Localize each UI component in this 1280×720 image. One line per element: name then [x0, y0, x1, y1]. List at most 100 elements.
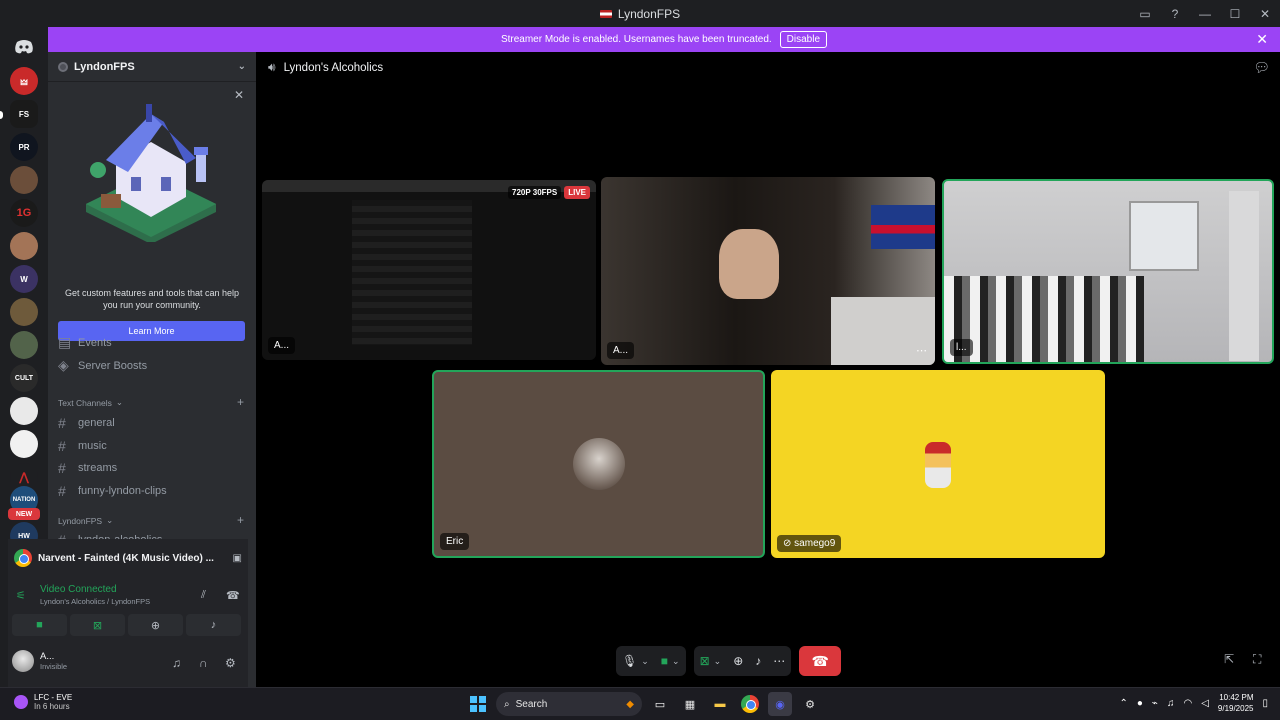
add-channel-icon[interactable]: + [237, 513, 244, 527]
chevron-down-icon[interactable]: ⌄ [641, 656, 649, 667]
channel-music[interactable]: # music [58, 438, 107, 454]
headphones-icon[interactable]: ∩ [199, 656, 208, 670]
nav-server-boosts-label: Server Boosts [78, 359, 148, 372]
chrome-taskbar-icon[interactable] [738, 692, 762, 716]
disconnect-call-button[interactable]: ☎ [799, 646, 842, 676]
file-explorer-icon[interactable]: ▬ [708, 692, 732, 716]
store-icon[interactable]: ▦ [678, 692, 702, 716]
add-channel-icon[interactable]: + [237, 395, 244, 409]
person-silhouette [719, 229, 779, 299]
video-tile-eric[interactable]: Eric [432, 370, 765, 558]
discord-home-icon[interactable] [10, 33, 38, 61]
user-info[interactable]: A... Invisible [12, 650, 67, 672]
fullscreen-icon[interactable]: ⛶ [1253, 652, 1261, 667]
chevron-up-icon[interactable]: ⌃ [1119, 698, 1127, 709]
tray-app-icon[interactable]: ● [1137, 698, 1143, 709]
server-icon[interactable] [10, 232, 38, 260]
speaker-icon: 🔊︎ [268, 60, 276, 74]
settings-taskbar-icon[interactable]: ⚙ [798, 692, 822, 716]
server-header[interactable]: LyndonFPS ⌄ [48, 52, 256, 82]
channel-label: music [78, 440, 107, 452]
activity-button[interactable]: ⊕ [128, 614, 183, 636]
os-taskbar: LFC - EVE In 6 hours ⌕ Search ◆ ▭ ▦ ▬ ◉ … [0, 687, 1280, 720]
server-icon[interactable]: PR [10, 133, 38, 161]
mic-control[interactable]: 🎙︎ ⌄ ■ ⌄ [616, 646, 686, 676]
server-icon[interactable] [10, 166, 38, 194]
server-icon[interactable]: FS [10, 100, 38, 128]
flag-poster [871, 205, 935, 249]
channel-streams[interactable]: # streams [58, 460, 117, 476]
category-text-channels[interactable]: Text Channels ⌄ [58, 397, 123, 408]
nav-server-boosts[interactable]: ◈ Server Boosts [58, 357, 147, 374]
more-options-icon[interactable]: ⋯ [916, 344, 927, 357]
noise-suppression-icon[interactable]: ⫽ [201, 589, 206, 602]
share-control[interactable]: ⊠ ⌄ ⊕ ♪ ⋯ [693, 646, 792, 676]
video-tile-screen-share[interactable]: 720P 30FPS LIVE A... [262, 180, 596, 360]
camera-icon[interactable]: ■ [661, 654, 668, 668]
new-badge: NEW [8, 508, 40, 520]
activity-bar[interactable]: Narvent - Fainted (4K Music Video) ... ▣ [8, 545, 248, 571]
channel-general[interactable]: # general [58, 415, 115, 431]
mic-tray-icon[interactable]: ♫ [1167, 698, 1175, 709]
inbox-icon[interactable]: ▭ [1130, 0, 1160, 27]
chrome-icon [14, 549, 32, 567]
server-icon[interactable] [10, 298, 38, 326]
server-icon[interactable]: 🜲 [10, 67, 38, 95]
wifi-icon[interactable]: ◠ [1183, 698, 1192, 709]
network-icon[interactable]: ⌁ [1152, 698, 1158, 709]
disconnect-icon[interactable]: ☎ [226, 589, 240, 602]
minimize-button[interactable]: — [1190, 0, 1220, 27]
video-tile-samego9[interactable]: ⊘ samego9 [771, 370, 1105, 558]
nav-events[interactable]: ▤ Events [58, 334, 112, 351]
clock[interactable]: 10:42 PM 9/19/2025 [1218, 692, 1254, 714]
chat-icon[interactable]: 💬︎ [1253, 60, 1270, 76]
app-flag-icon [599, 9, 612, 18]
discord-taskbar-icon[interactable]: ◉ [768, 692, 792, 716]
hash-icon: # [58, 460, 66, 476]
participant-name: A... [607, 342, 635, 359]
volume-icon[interactable]: ◁ [1201, 698, 1209, 709]
maximize-button[interactable]: ☐ [1220, 0, 1250, 27]
video-button[interactable]: ■ [12, 614, 67, 636]
signal-icon[interactable]: ⚟ [16, 589, 26, 602]
avatar [12, 650, 34, 672]
chevron-down-icon[interactable]: ⌄ [714, 656, 722, 667]
screen-share-button[interactable]: ⊠ [70, 614, 125, 636]
close-window-button[interactable]: ✕ [1250, 0, 1280, 27]
mic-icon[interactable]: ♫ [172, 656, 181, 670]
category-lyndonfps[interactable]: LyndonFPS ⌄ [58, 515, 113, 526]
chevron-down-icon: ⌄ [106, 515, 114, 525]
server-icon[interactable] [10, 430, 38, 458]
settings-gear-icon[interactable]: ⚙ [225, 656, 236, 670]
soundboard-icon[interactable]: ♪ [755, 654, 761, 668]
disable-streamer-mode-button[interactable]: Disable [779, 31, 828, 48]
door [1229, 191, 1259, 361]
activity-icon[interactable]: ⊕ [733, 654, 743, 668]
close-banner-icon[interactable]: ✕ [1256, 31, 1268, 48]
help-icon[interactable]: ? [1160, 0, 1190, 27]
windows-start-icon[interactable] [466, 692, 490, 716]
server-icon[interactable] [10, 331, 38, 359]
channel-funny-lyndon-clips[interactable]: # funny-lyndon-clips [58, 483, 167, 499]
channel-label: streams [78, 462, 118, 474]
notification-icon[interactable]: ▯ [1262, 698, 1268, 709]
pop-out-icon[interactable]: ⇱ [1224, 652, 1234, 666]
screen-icon[interactable]: ▣ [233, 553, 242, 564]
soundboard-button[interactable]: ♪ [186, 614, 241, 636]
video-tile-bedroom[interactable]: l... [942, 179, 1274, 364]
mic-icon[interactable]: 🎙︎ [622, 654, 637, 668]
close-promo-icon[interactable]: ✕ [234, 88, 244, 102]
server-icon[interactable] [10, 397, 38, 425]
taskbar-search[interactable]: ⌕ Search ◆ [496, 692, 642, 716]
chevron-down-icon[interactable]: ⌄ [672, 656, 680, 667]
server-icon[interactable]: 1G [10, 199, 38, 227]
taskbar-apps: ⌕ Search ◆ ▭ ▦ ▬ ◉ ⚙ [466, 692, 822, 716]
server-icon[interactable]: W [10, 265, 38, 293]
screen-share-icon[interactable]: ⊠ [700, 654, 710, 668]
more-options-icon[interactable]: ⋯ [773, 654, 785, 668]
server-icon[interactable]: CULT [10, 364, 38, 392]
video-tile-webcam[interactable]: A... ⋯ [601, 177, 935, 365]
chevron-down-icon[interactable]: ⌄ [238, 61, 246, 72]
weather-widget[interactable]: LFC - EVE In 6 hours [14, 693, 72, 711]
task-view-icon[interactable]: ▭ [648, 692, 672, 716]
